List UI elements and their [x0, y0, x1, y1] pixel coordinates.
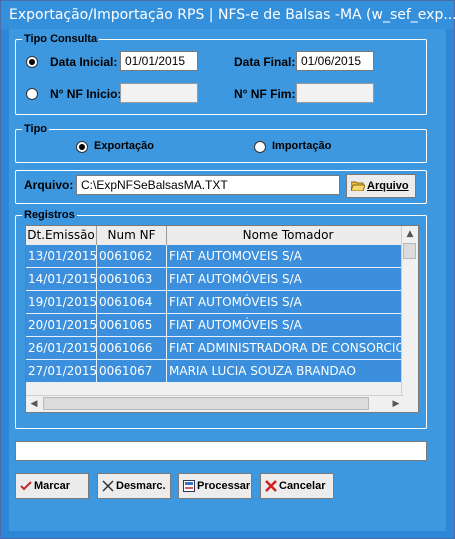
vertical-scroll-thumb[interactable] [403, 243, 416, 259]
cancel-x-icon [265, 480, 277, 492]
cell-num-nf: 0061067 [97, 360, 167, 382]
table-row[interactable]: 27/01/2015 0061067 MARIA LUCIA SOUZA BRAND… [26, 360, 410, 383]
registros-title: Registros [22, 208, 77, 222]
cell-nome-tomador: FIAT AUTOMÓVEIS S/A [167, 268, 410, 290]
nf-inicio-input[interactable] [120, 83, 198, 103]
cell-dt-emissao: 27/01/2015 [26, 360, 97, 382]
radio-data-inicial[interactable] [26, 56, 38, 68]
table-row[interactable]: 19/01/2015 0061064 FIAT AUTOMÓVEIS S/A [26, 291, 410, 314]
radio-exportacao[interactable] [76, 141, 88, 153]
arquivo-label: Arquivo: [24, 178, 74, 192]
cell-num-nf: 0061063 [97, 268, 167, 290]
cell-dt-emissao: 26/01/2015 [26, 337, 97, 359]
radio-nf-inicio[interactable] [26, 88, 38, 100]
cell-nome-tomador: MARIA LUCIA SOUZA BRANDAO [167, 360, 410, 382]
cancelar-button-label: Cancelar [279, 480, 326, 492]
cell-nome-tomador: FIAT AUTOMÓVEIS S/A [167, 314, 410, 336]
data-inicial-input[interactable]: 01/01/2015 [120, 51, 198, 71]
grid-rows: 13/01/2015 0061062 FIAT AUTOMOVEIS S/A 14/… [26, 245, 410, 383]
arquivo-button-label: Arquivo [367, 180, 409, 192]
table-row[interactable]: 20/01/2015 0061065 FIAT AUTOMÓVEIS S/A [26, 314, 410, 337]
scroll-right-icon[interactable]: ▶ [388, 396, 404, 412]
scroll-left-icon[interactable]: ◀ [26, 396, 42, 412]
nf-inicio-label: N° NF Inicio: [50, 87, 122, 101]
data-inicial-label: Data Inicial: [50, 55, 118, 69]
title-bar[interactable]: Exportação/Importação RPS | NFS-e de Bal… [1, 1, 455, 29]
horizontal-scrollbar[interactable]: ◀ ▶ [26, 395, 404, 412]
cell-dt-emissao: 14/01/2015 [26, 268, 97, 290]
cell-nome-tomador: FIAT ADMINISTRADORA DE CONSORCIO [167, 337, 410, 359]
check-mark-icon [20, 480, 32, 492]
tipo-consulta-title: Tipo Consulta [22, 32, 100, 46]
table-row[interactable]: 14/01/2015 0061063 FIAT AUTOMÓVEIS S/A [26, 268, 410, 291]
window-title: Exportação/Importação RPS | NFS-e de Bal… [9, 7, 455, 23]
data-final-label: Data Final: [234, 55, 296, 69]
tipo-consulta-group: Tipo Consulta Data Inicial: 01/01/2015 D… [15, 32, 427, 115]
cell-dt-emissao: 19/01/2015 [26, 291, 97, 313]
cell-num-nf: 0061066 [97, 337, 167, 359]
cancelar-button[interactable]: Cancelar [260, 473, 334, 499]
processar-button-label: Processar [197, 480, 251, 492]
nf-fim-input[interactable] [296, 83, 374, 103]
data-final-input[interactable]: 01/06/2015 [296, 51, 374, 71]
col-dt-emissao-header[interactable]: Dt.Emissão [26, 226, 97, 245]
desmarcar-button[interactable]: Desmarc. [97, 473, 171, 499]
main-window: Exportação/Importação RPS | NFS-e de Bal… [0, 0, 455, 539]
process-icon [183, 480, 195, 492]
arquivo-button[interactable]: Arquivo [346, 174, 416, 198]
table-row[interactable]: 26/01/2015 0061066 FIAT ADMINISTRADORA DE … [26, 337, 410, 360]
cell-dt-emissao: 13/01/2015 [26, 245, 97, 267]
cell-nome-tomador: FIAT AUTOMOVEIS S/A [167, 245, 410, 267]
cell-num-nf: 0061062 [97, 245, 167, 267]
cell-num-nf: 0061064 [97, 291, 167, 313]
cell-num-nf: 0061065 [97, 314, 167, 336]
desmarcar-button-label: Desmarc. [116, 480, 166, 492]
exportacao-label[interactable]: Exportação [94, 140, 154, 152]
arquivo-path-input[interactable]: C:\ExpNFSeBalsasMA.TXT [76, 175, 340, 195]
registros-grid[interactable]: Dt.Emissão Num NF Nome Tomador 13/01/201… [25, 225, 419, 413]
vertical-scrollbar[interactable]: ▲ [401, 226, 418, 396]
scroll-up-icon[interactable]: ▲ [402, 226, 418, 242]
table-row[interactable]: 13/01/2015 0061062 FIAT AUTOMOVEIS S/A [26, 245, 410, 268]
processar-button[interactable]: Processar [178, 473, 252, 499]
marcar-button-label: Marcar [34, 480, 71, 492]
cell-dt-emissao: 20/01/2015 [26, 314, 97, 336]
horizontal-scroll-thumb[interactable] [43, 397, 369, 410]
arquivo-group: Arquivo: C:\ExpNFSeBalsasMA.TXT Arquivo [15, 170, 427, 204]
nf-fim-label: N° NF Fim: [234, 87, 296, 101]
grid-header: Dt.Emissão Num NF Nome Tomador [26, 226, 410, 246]
status-bar [15, 441, 427, 461]
marcar-button[interactable]: Marcar [15, 473, 89, 499]
col-nome-tomador-header[interactable]: Nome Tomador [167, 226, 410, 245]
tipo-title: Tipo [22, 122, 50, 136]
importacao-label[interactable]: Importação [272, 140, 331, 152]
radio-importacao[interactable] [254, 141, 266, 153]
cell-nome-tomador: FIAT AUTOMÓVEIS S/A [167, 291, 410, 313]
tipo-group: Tipo Exportação Importação [15, 122, 427, 163]
window-client-area: Tipo Consulta Data Inicial: 01/01/2015 D… [9, 29, 446, 531]
folder-open-icon [350, 181, 366, 192]
col-num-nf-header[interactable]: Num NF [97, 226, 167, 245]
cross-out-icon [102, 480, 114, 492]
